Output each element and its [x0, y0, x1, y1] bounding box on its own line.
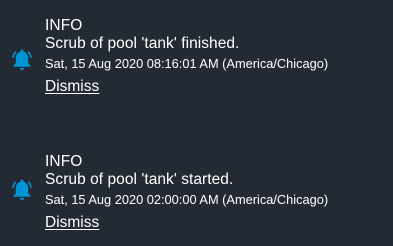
notification-content: INFO Scrub of pool 'tank' started. Sat, … — [45, 153, 385, 232]
dismiss-link[interactable]: Dismiss — [45, 214, 99, 232]
notification-content: INFO Scrub of pool 'tank' finished. Sat,… — [45, 17, 385, 96]
notification-message: Scrub of pool 'tank' started. — [45, 171, 234, 188]
notification-item: INFO Scrub of pool 'tank' started. Sat, … — [0, 136, 393, 246]
notification-item: INFO Scrub of pool 'tank' finished. Sat,… — [0, 0, 393, 110]
notification-message: Scrub of pool 'tank' finished. — [45, 35, 240, 52]
bell-icon — [11, 178, 33, 202]
notification-timestamp: Sat, 15 Aug 2020 02:00:00 AM (America/Ch… — [45, 192, 329, 207]
notifications-panel: INFO Scrub of pool 'tank' finished. Sat,… — [0, 0, 393, 246]
dismiss-link[interactable]: Dismiss — [45, 78, 99, 96]
notification-timestamp: Sat, 15 Aug 2020 08:16:01 AM (America/Ch… — [45, 56, 329, 71]
bell-icon — [11, 48, 33, 72]
notification-level: INFO — [45, 153, 83, 170]
notification-level: INFO — [45, 17, 83, 34]
